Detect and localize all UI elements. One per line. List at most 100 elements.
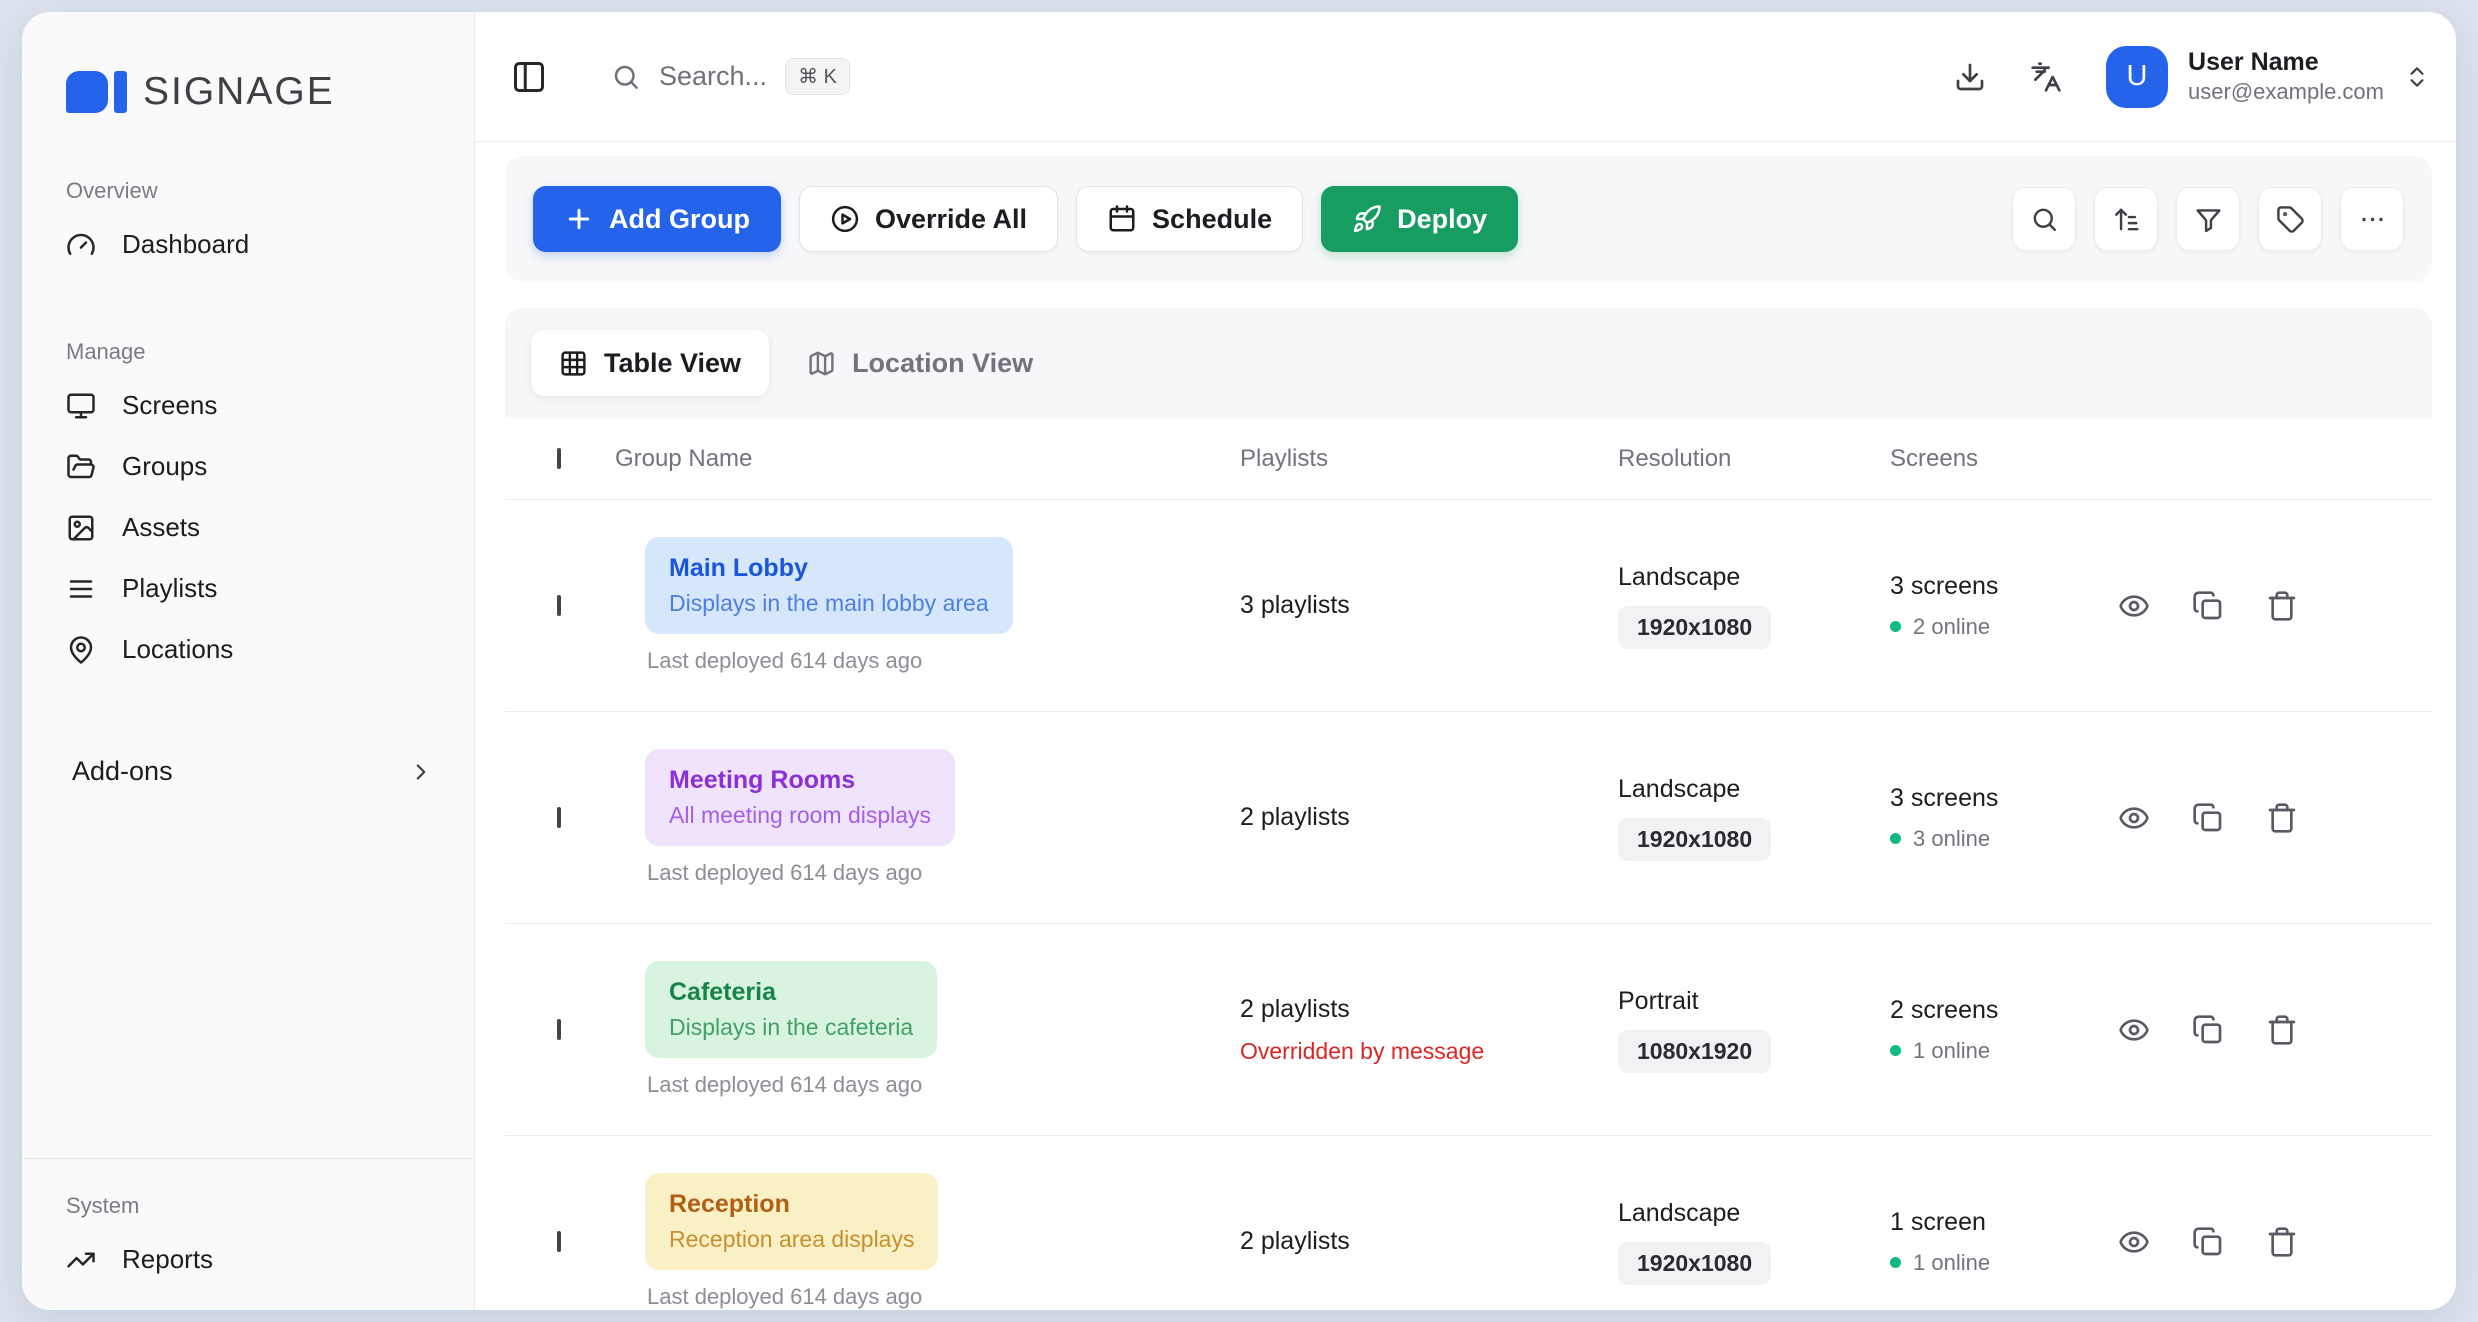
- screens-count: 3 screens: [1890, 572, 2110, 601]
- duplicate-button[interactable]: [2192, 802, 2224, 834]
- sidebar-divider: [22, 1158, 474, 1159]
- orientation: Landscape: [1618, 563, 1890, 592]
- playlists-count: 2 playlists: [1240, 995, 1618, 1024]
- schedule-button[interactable]: Schedule: [1076, 186, 1303, 252]
- row-checkbox[interactable]: [557, 1019, 561, 1040]
- resolution-badge: 1080x1920: [1618, 1030, 1771, 1073]
- calendar-icon: [1107, 204, 1137, 234]
- sidebar-section-manage: Manage: [22, 339, 474, 365]
- eye-icon: [2118, 590, 2150, 622]
- group-description: Displays in the main lobby area: [669, 590, 989, 617]
- sidebar-toggle-button[interactable]: [511, 59, 547, 95]
- duplicate-button[interactable]: [2192, 1014, 2224, 1046]
- row-checkbox[interactable]: [557, 595, 561, 616]
- sidebar-item-label: Assets: [122, 512, 200, 543]
- sidebar-item-screens[interactable]: Screens: [22, 375, 474, 436]
- select-all-checkbox[interactable]: [557, 448, 561, 469]
- delete-button[interactable]: [2266, 1014, 2298, 1046]
- search-placeholder: Search...: [659, 61, 767, 92]
- user-email: user@example.com: [2188, 78, 2384, 106]
- filter-button[interactable]: [2176, 187, 2240, 251]
- group-badge[interactable]: Meeting Rooms All meeting room displays: [645, 749, 955, 846]
- tag-icon: [2276, 205, 2305, 234]
- view-button[interactable]: [2118, 1014, 2150, 1046]
- group-description: Reception area displays: [669, 1226, 914, 1253]
- rocket-icon: [1352, 204, 1382, 234]
- duplicate-button[interactable]: [2192, 590, 2224, 622]
- pisignage-logo-icon: [66, 71, 127, 113]
- add-group-button[interactable]: Add Group: [533, 186, 781, 252]
- user-menu[interactable]: U User Name user@example.com: [2106, 46, 2430, 108]
- map-pin-icon: [66, 635, 96, 665]
- screens-count: 2 screens: [1890, 996, 2110, 1025]
- sidebar-item-addons[interactable]: Add-ons: [22, 738, 474, 805]
- search-shortcut-badge: ⌘ K: [785, 58, 850, 95]
- more-actions-button[interactable]: [2340, 187, 2404, 251]
- playlists-count: 3 playlists: [1240, 591, 1618, 620]
- language-button[interactable]: [2030, 61, 2062, 93]
- group-description: Displays in the cafeteria: [669, 1014, 913, 1041]
- view-button[interactable]: [2118, 802, 2150, 834]
- sidebar-section-overview: Overview: [22, 178, 474, 204]
- table-grid-icon: [559, 349, 588, 378]
- group-title: Reception: [669, 1190, 914, 1219]
- delete-button[interactable]: [2266, 1226, 2298, 1258]
- table-row: Main Lobby Displays in the main lobby ar…: [505, 500, 2432, 712]
- table-header-row: Group Name Playlists Resolution Screens: [505, 418, 2432, 500]
- override-all-button[interactable]: Override All: [799, 186, 1058, 252]
- filter-icon: [2194, 205, 2223, 234]
- plus-icon: [564, 204, 594, 234]
- row-checkbox[interactable]: [557, 807, 561, 828]
- view-button[interactable]: [2118, 1226, 2150, 1258]
- main-area: Search... ⌘ K U User Name user@example.c…: [475, 12, 2456, 1310]
- trash-icon: [2266, 590, 2298, 622]
- tab-location-view[interactable]: Location View: [779, 330, 1061, 396]
- group-badge[interactable]: Reception Reception area displays: [645, 1173, 938, 1270]
- tab-table-view[interactable]: Table View: [531, 330, 769, 396]
- group-badge[interactable]: Main Lobby Displays in the main lobby ar…: [645, 537, 1013, 634]
- sidebar-item-playlists[interactable]: Playlists: [22, 558, 474, 619]
- playlists-count: 2 playlists: [1240, 1227, 1618, 1256]
- group-badge[interactable]: Cafeteria Displays in the cafeteria: [645, 961, 937, 1058]
- online-count: 2 online: [1913, 614, 1990, 640]
- view-button[interactable]: [2118, 590, 2150, 622]
- delete-button[interactable]: [2266, 802, 2298, 834]
- copy-icon: [2192, 802, 2224, 834]
- sidebar-item-dashboard[interactable]: Dashboard: [22, 214, 474, 275]
- user-name: User Name: [2188, 47, 2384, 78]
- column-header-group-name: Group Name: [615, 445, 1240, 473]
- sort-button[interactable]: [2094, 187, 2158, 251]
- online-count: 1 online: [1913, 1038, 1990, 1064]
- sidebar-item-groups[interactable]: Groups: [22, 436, 474, 497]
- trash-icon: [2266, 1226, 2298, 1258]
- download-button[interactable]: [1954, 61, 1986, 93]
- online-status-dot: [1890, 1045, 1901, 1056]
- delete-button[interactable]: [2266, 590, 2298, 622]
- resolution-badge: 1920x1080: [1618, 818, 1771, 861]
- table-row: Cafeteria Displays in the cafeteria Last…: [505, 924, 2432, 1136]
- sidebar-item-locations[interactable]: Locations: [22, 619, 474, 680]
- row-checkbox[interactable]: [557, 1231, 561, 1252]
- folder-open-icon: [66, 452, 96, 482]
- column-header-resolution: Resolution: [1618, 445, 1890, 473]
- trending-up-icon: [66, 1245, 96, 1275]
- orientation: Landscape: [1618, 775, 1890, 804]
- monitor-icon: [66, 391, 96, 421]
- tag-button[interactable]: [2258, 187, 2322, 251]
- deploy-button[interactable]: Deploy: [1321, 186, 1518, 252]
- image-icon: [66, 513, 96, 543]
- sidebar-item-reports[interactable]: Reports: [22, 1229, 474, 1290]
- chevron-right-icon: [408, 759, 434, 785]
- avatar: U: [2106, 46, 2168, 108]
- duplicate-button[interactable]: [2192, 1226, 2224, 1258]
- column-header-playlists: Playlists: [1240, 445, 1618, 473]
- sidebar-item-label: Dashboard: [122, 229, 249, 260]
- gauge-icon: [66, 230, 96, 260]
- trash-icon: [2266, 802, 2298, 834]
- copy-icon: [2192, 1014, 2224, 1046]
- screens-count: 3 screens: [1890, 784, 2110, 813]
- global-search[interactable]: Search... ⌘ K: [611, 58, 850, 95]
- sidebar-item-assets[interactable]: Assets: [22, 497, 474, 558]
- table-search-button[interactable]: [2012, 187, 2076, 251]
- last-deployed: Last deployed 614 days ago: [645, 1284, 1240, 1310]
